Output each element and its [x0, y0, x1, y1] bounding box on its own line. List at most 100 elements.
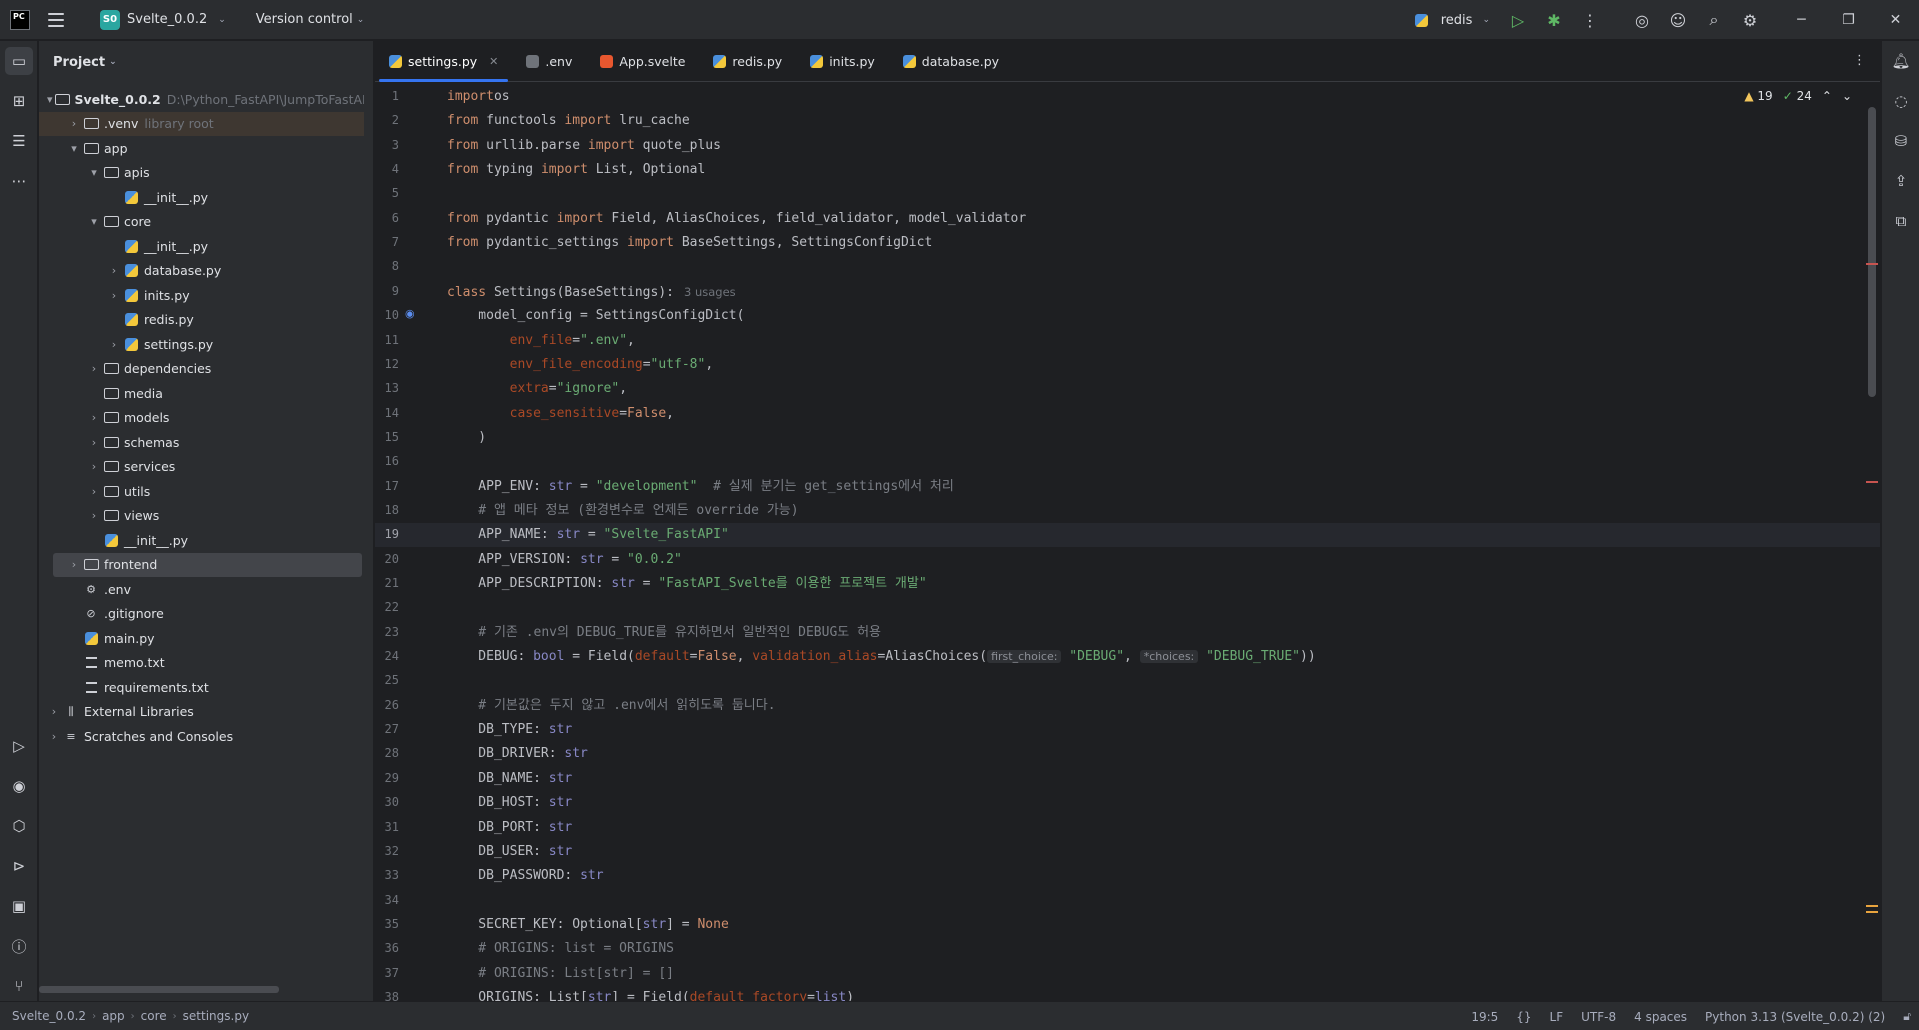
collapsed-arrow-icon[interactable]: ›	[87, 509, 101, 522]
minimize-button[interactable]: ─	[1778, 0, 1825, 40]
tree-item[interactable]: ▾ Svelte_0.0.2 D:\Python_FastAPI\JumpToFas…	[39, 87, 364, 111]
collapsed-arrow-icon[interactable]: ›	[87, 411, 101, 424]
file-encoding[interactable]: UTF-8	[1581, 1010, 1616, 1024]
plugin-icon[interactable]: ⧉	[1887, 207, 1915, 235]
breadcrumb-item[interactable]: core	[141, 1009, 167, 1023]
python-interpreter[interactable]: Python 3.13 (Svelte_0.0.2) (2)	[1705, 1010, 1885, 1024]
tree-item[interactable]: › ≡ Scratches and Consoles	[39, 724, 364, 748]
close-tab-icon[interactable]: ✕	[489, 55, 498, 68]
caret-position[interactable]: 19:5	[1471, 1010, 1498, 1024]
collapsed-arrow-icon[interactable]: ›	[47, 730, 61, 743]
add-user-icon[interactable]: ☺	[1660, 5, 1696, 35]
collapsed-arrow-icon[interactable]: ›	[87, 436, 101, 449]
tree-item[interactable]: ⚙ .env	[39, 577, 364, 601]
warning-stripe-marker[interactable]	[1866, 911, 1878, 913]
structure-icon[interactable]: ☰	[5, 127, 33, 155]
warning-stripe-marker[interactable]	[1866, 905, 1878, 907]
terminal-icon[interactable]: ▣	[5, 892, 33, 920]
endpoints-icon[interactable]: ⇪	[1887, 167, 1915, 195]
warning-count[interactable]: ▲ 19	[1744, 89, 1772, 103]
collapsed-arrow-icon[interactable]: ›	[67, 117, 81, 130]
run-configuration-select[interactable]: redis ⌄	[1412, 13, 1490, 28]
tree-item[interactable]: › utils	[39, 479, 364, 503]
python-console-icon[interactable]: ◉	[5, 772, 33, 800]
tree-item[interactable]: media	[39, 381, 364, 405]
ai-assistant-icon[interactable]: ◎	[1624, 5, 1660, 35]
error-stripe-marker[interactable]	[1866, 263, 1878, 265]
settings-gear-icon[interactable]: ⚙	[1732, 5, 1768, 35]
collapsed-arrow-icon[interactable]: ›	[107, 338, 121, 351]
usages-hint[interactable]: 3 usages	[684, 285, 736, 299]
tab-settings-py[interactable]: settings.py ✕	[375, 41, 512, 82]
tree-item[interactable]: › models	[39, 406, 364, 430]
more-actions-icon[interactable]: ⋮	[1572, 5, 1608, 35]
tree-item[interactable]: __init__.py	[39, 528, 364, 552]
line-ending[interactable]: LF	[1550, 1010, 1564, 1024]
tree-item[interactable]: › services	[39, 455, 364, 479]
notifications-icon[interactable]: 🔔︎	[1887, 47, 1915, 75]
git-icon[interactable]: ⑂	[5, 972, 33, 1000]
tree-item[interactable]: __init__.py	[39, 185, 364, 209]
project-folder-icon[interactable]: ▭	[5, 47, 33, 75]
tab-options-icon[interactable]: ⋮	[1853, 53, 1866, 68]
horizontal-scrollbar[interactable]	[39, 986, 279, 993]
version-control-menu[interactable]: Version control ⌄	[250, 8, 371, 31]
tree-item[interactable]: › .venv library root	[39, 111, 364, 136]
python-packages-icon[interactable]: ⬡	[5, 812, 33, 840]
debug-button[interactable]: ✱	[1536, 5, 1572, 35]
collapsed-arrow-icon[interactable]: ›	[87, 485, 101, 498]
tree-item[interactable]: main.py	[39, 626, 364, 650]
tree-item[interactable]: ▾ app	[39, 136, 364, 160]
collapsed-arrow-icon[interactable]: ›	[47, 705, 61, 718]
indent-setting[interactable]: 4 spaces	[1634, 1010, 1687, 1024]
collapsed-arrow-icon[interactable]: ›	[67, 558, 81, 571]
tree-item[interactable]: › settings.py	[39, 332, 364, 356]
run-button[interactable]: ▷	[1500, 5, 1536, 35]
collapsed-arrow-icon[interactable]: ›	[107, 264, 121, 277]
expanded-arrow-icon[interactable]: ▾	[87, 166, 101, 179]
tree-item[interactable]: › frontend	[53, 552, 362, 577]
close-window-button[interactable]: ✕	[1872, 0, 1919, 40]
breadcrumb-item[interactable]: settings.py	[183, 1009, 249, 1023]
tree-item[interactable]: __init__.py	[39, 234, 364, 258]
expanded-arrow-icon[interactable]: ▾	[67, 142, 81, 155]
next-highlight-icon[interactable]: ⌄	[1842, 89, 1852, 103]
tab-redis-py[interactable]: redis.py	[699, 41, 796, 81]
search-icon[interactable]: ⌕	[1696, 5, 1732, 35]
code-editor[interactable]: 1 2 3 4 5 6 7 8 9 10 ◉ 11 12 13 14 15 16 17 18 19 20 21 22 23 24…	[375, 83, 1880, 1001]
tree-item[interactable]: › schemas	[39, 430, 364, 454]
collapsed-arrow-icon[interactable]: ›	[107, 289, 121, 302]
database-icon[interactable]: ⛁	[1887, 127, 1915, 155]
tree-item[interactable]: › database.py	[39, 259, 364, 283]
tree-item[interactable]: ▾ core	[39, 210, 364, 234]
tree-item[interactable]: › dependencies	[39, 357, 364, 381]
tab--env[interactable]: .env	[512, 41, 586, 81]
problems-icon[interactable]: ⓘ	[5, 932, 33, 960]
services-icon[interactable]: ⊳	[5, 852, 33, 880]
braces-icon[interactable]: {}	[1516, 1010, 1531, 1024]
tree-item[interactable]: › views	[39, 504, 364, 528]
project-switcher[interactable]: S0 Svelte_0.0.2 ⌄	[94, 6, 232, 34]
tree-item[interactable]: ▾ apis	[39, 161, 364, 185]
tab-database-py[interactable]: database.py	[889, 41, 1013, 81]
expanded-arrow-icon[interactable]: ▾	[87, 215, 101, 228]
commit-icon[interactable]: ⊞	[5, 87, 33, 115]
breadcrumb-item[interactable]: Svelte_0.0.2	[12, 1009, 86, 1023]
tree-item[interactable]: requirements.txt	[39, 675, 364, 699]
inspection-widget[interactable]: ▲ 19 ✓ 24 ⌃ ⌄	[1744, 89, 1852, 103]
lock-icon[interactable]: 🔓︎	[1903, 1009, 1911, 1024]
tab-app-svelte[interactable]: App.svelte	[586, 41, 699, 81]
more-tools-icon[interactable]: ⋯	[5, 167, 33, 195]
override-gutter-icon[interactable]: ◉	[405, 307, 415, 320]
tree-item[interactable]: › inits.py	[39, 283, 364, 307]
previous-highlight-icon[interactable]: ⌃	[1822, 89, 1832, 103]
project-panel-header[interactable]: Project ⌄	[39, 41, 373, 83]
run-tool-icon[interactable]: ▷	[5, 732, 33, 760]
tree-item[interactable]: memo.txt	[39, 651, 364, 675]
error-stripe-marker[interactable]	[1866, 481, 1878, 483]
breadcrumb-item[interactable]: app	[102, 1009, 125, 1023]
restore-button[interactable]: ❐	[1825, 0, 1872, 40]
collapsed-arrow-icon[interactable]: ›	[87, 460, 101, 473]
tree-item[interactable]: redis.py	[39, 308, 364, 332]
main-menu-button[interactable]	[48, 10, 68, 30]
